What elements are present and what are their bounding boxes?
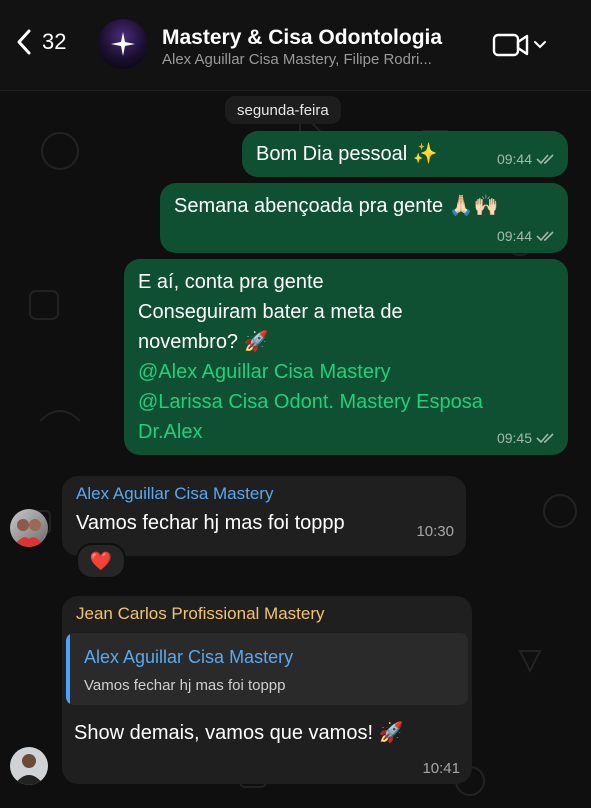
message-meta: 10:30 (416, 523, 454, 540)
message-meta: 10:41 (422, 760, 460, 777)
mention-link-continued[interactable]: Dr.Alex (138, 417, 483, 447)
message-text: Vamos fechar hj mas foi toppp (76, 512, 345, 534)
message-time: 10:30 (416, 523, 454, 540)
double-check-icon (536, 231, 554, 242)
outgoing-message[interactable]: Bom Dia pessoal ✨ 09:44 (242, 131, 568, 177)
person-avatar-icon (14, 754, 44, 785)
message-line: Conseguiram bater a meta de (138, 301, 403, 323)
date-separator: segunda-feira (225, 96, 341, 124)
chevron-left-icon (17, 29, 31, 55)
sender-name[interactable]: Jean Carlos Profissional Mastery (76, 604, 324, 624)
incoming-message[interactable]: Alex Aguillar Cisa Mastery Vamos fechar … (62, 476, 466, 556)
back-button[interactable]: 32 (16, 28, 66, 56)
sender-avatar-alex[interactable] (10, 509, 48, 547)
mention-link[interactable]: @Alex Aguillar Cisa Mastery (138, 357, 483, 387)
sender-avatar-jean[interactable] (10, 747, 48, 785)
message-text: Semana abençoada pra gente 🙏🏻🙌🏻 (174, 195, 499, 217)
sender-name[interactable]: Alex Aguillar Cisa Mastery (76, 484, 273, 504)
outgoing-message[interactable]: E aí, conta pra gente Conseguiram bater … (124, 259, 568, 455)
message-list[interactable]: segunda-feira Bom Dia pessoal ✨ 09:44 Se… (0, 91, 591, 808)
chevron-down-icon (534, 41, 546, 49)
mention-link[interactable]: @Larissa Cisa Odont. Mastery Esposa (138, 387, 483, 417)
message-reaction[interactable]: ❤️ (76, 543, 126, 579)
person-avatar-icon (13, 519, 45, 547)
chat-header: 32 Mastery & Cisa Odontologia Alex Aguil… (0, 0, 591, 91)
message-time: 10:41 (422, 760, 460, 777)
message-meta: 09:45 (497, 430, 556, 446)
heart-reaction-icon: ❤️ (89, 550, 113, 571)
message-time: 09:44 (496, 151, 532, 167)
video-camera-icon (492, 33, 529, 57)
message-line: E aí, conta pra gente (138, 271, 324, 293)
message-time: 09:44 (496, 228, 532, 244)
message-line: novembro? 🚀 (138, 331, 269, 353)
unread-count: 32 (42, 29, 67, 54)
group-members[interactable]: Alex Aguillar Cisa Mastery, Filipe Rodri… (162, 51, 477, 68)
group-avatar[interactable] (98, 19, 148, 69)
group-title[interactable]: Mastery & Cisa Odontologia (162, 26, 442, 50)
message-meta: 09:44 (497, 228, 556, 244)
incoming-message[interactable]: Jean Carlos Profissional Mastery Alex Ag… (62, 596, 472, 784)
quote-sender: Alex Aguillar Cisa Mastery (84, 647, 294, 667)
video-call-button[interactable] (492, 32, 546, 58)
quote-text: Vamos fechar hj mas foi toppp (84, 677, 286, 694)
outgoing-message[interactable]: Semana abençoada pra gente 🙏🏻🙌🏻 09:44 (160, 183, 568, 253)
quote-accent-bar (66, 633, 70, 705)
double-check-icon (536, 433, 554, 444)
message-time: 09:45 (496, 430, 532, 446)
message-meta: 09:44 (497, 151, 556, 167)
message-text: Bom Dia pessoal ✨ (256, 143, 438, 165)
double-check-icon (536, 154, 554, 165)
sparkle-icon (111, 32, 135, 56)
message-text: E aí, conta pra gente Conseguiram bater … (138, 267, 483, 447)
message-text: Show demais, vamos que vamos! 🚀 (74, 722, 404, 744)
quoted-message[interactable]: Alex Aguillar Cisa Mastery Vamos fechar … (66, 633, 468, 705)
